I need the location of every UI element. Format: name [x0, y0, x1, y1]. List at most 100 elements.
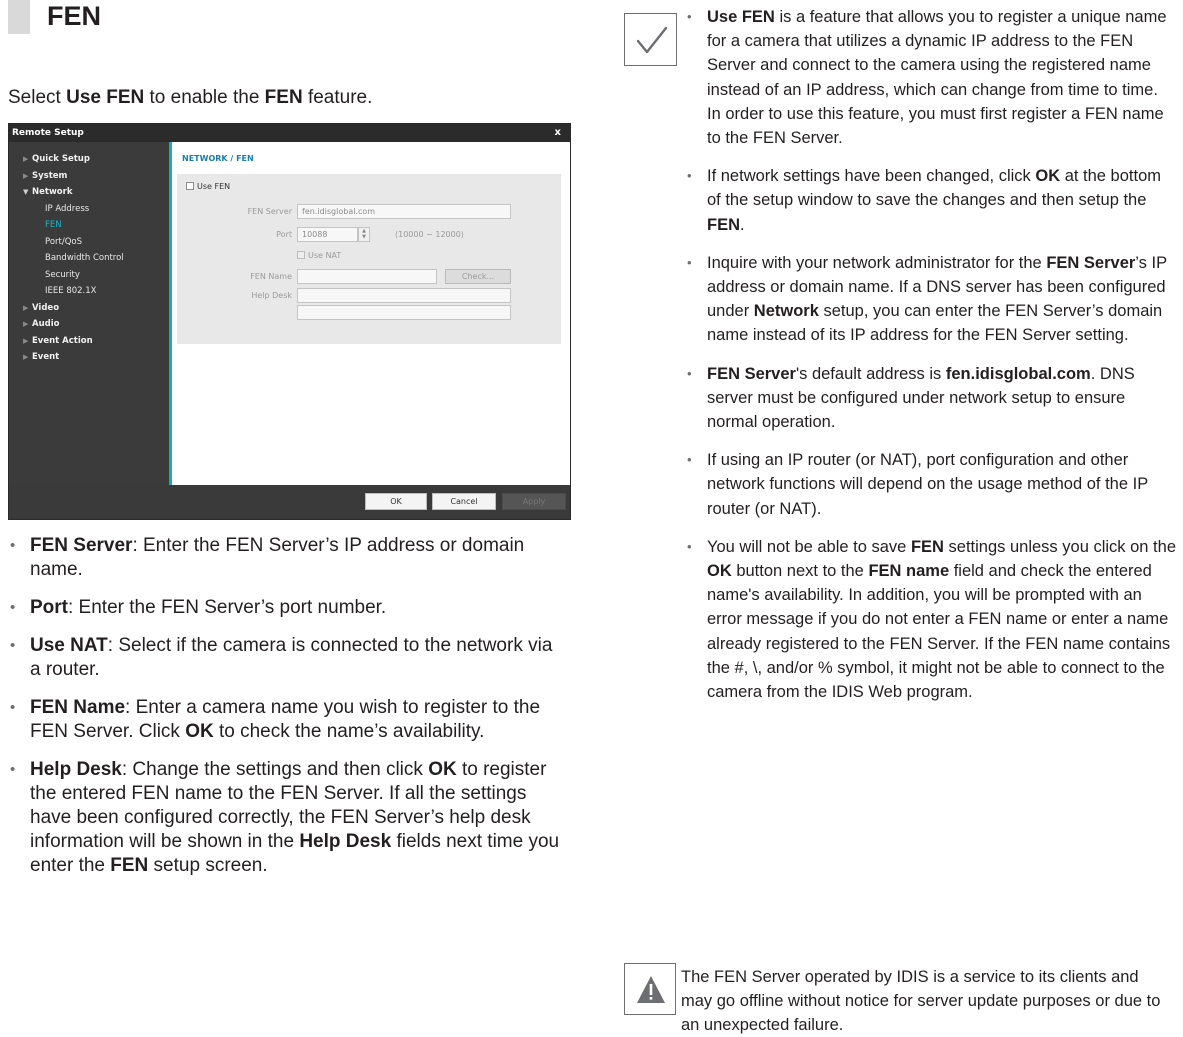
tree-label: Event Action — [32, 335, 93, 346]
triangle-down-icon: ▼ — [23, 188, 29, 196]
tree-label: Security — [45, 269, 80, 280]
triangle-right-icon: ▶ — [23, 320, 29, 328]
desc: If network settings have been changed, c… — [707, 167, 1036, 186]
fen-name-label: FEN Name — [250, 272, 292, 281]
tree-label: Network — [32, 187, 73, 197]
list-item: FEN Server: Enter the FEN Server’s IP ad… — [8, 534, 568, 582]
tree-label: Bandwidth Control — [45, 253, 124, 263]
checkbox-box[interactable] — [297, 251, 305, 259]
fen-settings-panel: Use FEN FEN Server fen.idisglobal.com Po… — [177, 174, 561, 344]
desc: . — [740, 215, 745, 234]
fen-server-input[interactable]: fen.idisglobal.com — [297, 204, 511, 219]
use-fen-label: Use FEN — [197, 182, 231, 191]
stepper-down-icon[interactable]: ▼ — [359, 234, 369, 240]
tree-item-event[interactable]: ▶ Event — [9, 349, 169, 366]
intro-pre: Select — [8, 87, 67, 108]
tree-item-bandwidth-control[interactable]: Bandwidth Control — [9, 250, 169, 267]
term: Use NAT — [30, 635, 108, 656]
tree-item-system[interactable]: ▶ System — [9, 168, 169, 185]
desc: You will not be able to save — [707, 537, 911, 556]
list-item: Use NAT: Select if the camera is connect… — [8, 634, 568, 682]
ok-button[interactable]: OK — [365, 493, 427, 510]
field-descriptions: FEN Server: Enter the FEN Server’s IP ad… — [8, 534, 568, 892]
help-desk-input-1[interactable] — [297, 288, 511, 303]
list-item: Port: Enter the FEN Server’s port number… — [8, 596, 568, 620]
tree-item-audio[interactable]: ▶ Audio — [9, 316, 169, 333]
port-label: Port — [276, 230, 292, 239]
port-stepper[interactable]: ▲ ▼ — [358, 227, 370, 242]
tree-label: Port/QoS — [45, 236, 83, 247]
checkmark-icon — [624, 13, 677, 66]
desc: field and check the entered name's avail… — [707, 562, 1171, 702]
use-nat-label: Use NAT — [308, 251, 342, 260]
term: FEN — [110, 855, 149, 876]
desc: Inquire with your network administrator … — [707, 253, 1047, 272]
term: FEN Server — [1046, 253, 1136, 272]
term: OK — [707, 562, 732, 581]
warning-triangle-icon — [624, 963, 676, 1015]
setup-tree: ▶ Quick Setup ▶ System ▼ Network IP Address… — [9, 142, 169, 485]
notes-list: Use FEN is a feature that allows you to … — [686, 5, 1176, 718]
term: OK — [185, 721, 214, 742]
tree-item-video[interactable]: ▶ Video — [9, 300, 169, 317]
tree-item-quick-setup[interactable]: ▶ Quick Setup — [9, 151, 169, 168]
desc: setup screen. — [148, 855, 268, 876]
use-fen-checkbox[interactable]: Use FEN — [186, 182, 230, 191]
desc: : Enter the FEN Server’s port number. — [68, 597, 387, 618]
term: fen.idisglobal.com — [945, 364, 1091, 383]
port-range: (10000 ~ 12000) — [395, 230, 464, 239]
term: FEN Name — [30, 697, 126, 718]
tree-item-ieee-8021x[interactable]: IEEE 802.1X — [9, 283, 169, 300]
triangle-right-icon: ▶ — [23, 155, 29, 163]
checkbox-box[interactable] — [186, 182, 194, 190]
list-item: FEN Server's default address is fen.idis… — [686, 362, 1176, 435]
desc: to check the name’s availability. — [213, 721, 485, 742]
list-item: If using an IP router (or NAT), port con… — [686, 448, 1176, 521]
tree-item-network[interactable]: ▼ Network — [9, 184, 169, 201]
term: FEN Server — [30, 535, 133, 556]
term: OK — [428, 759, 457, 780]
term: Help Desk — [299, 831, 392, 852]
heading-bar — [8, 0, 30, 34]
help-desk-input-2[interactable] — [297, 305, 511, 320]
close-icon[interactable]: x — [555, 124, 561, 142]
triangle-right-icon: ▶ — [23, 171, 29, 180]
section-heading: FEN — [47, 1, 101, 31]
tree-label: Audio — [32, 319, 60, 329]
term: Network — [753, 302, 819, 321]
tree-item-port-qos[interactable]: Port/QoS — [9, 234, 169, 251]
tree-item-fen[interactable]: FEN — [9, 217, 169, 234]
intro-text: Select Use FEN to enable the FEN feature… — [8, 86, 372, 110]
tree-label: IEEE 802.1X — [45, 286, 97, 296]
list-item: FEN Name: Enter a camera name you wish t… — [8, 696, 568, 744]
term: OK — [1035, 167, 1061, 186]
tree-item-ip-address[interactable]: IP Address — [9, 201, 169, 218]
apply-button[interactable]: Apply — [502, 493, 566, 510]
term: FEN Server — [707, 364, 796, 383]
desc: settings unless you click on the — [943, 537, 1176, 556]
term: FEN — [910, 537, 944, 556]
desc: is a feature that allows you to register… — [707, 8, 1167, 148]
fen-name-input[interactable] — [297, 269, 437, 284]
dialog-title: Remote Setup — [12, 128, 84, 138]
use-nat-checkbox[interactable]: Use NAT — [297, 251, 341, 260]
dialog-titlebar: Remote Setup x — [9, 124, 570, 142]
tree-label: IP Address — [45, 203, 90, 214]
desc: : Change the settings and then click — [121, 759, 429, 780]
port-input[interactable]: 10088 — [297, 227, 358, 242]
cancel-button[interactable]: Cancel — [432, 493, 496, 510]
fen-settings-pane: NETWORK / FEN Use FEN FEN Server fen.idi… — [172, 142, 570, 485]
tree-label: Video — [32, 302, 60, 313]
tree-label: System — [32, 170, 68, 181]
tree-item-event-action[interactable]: ▶ Event Action — [9, 333, 169, 350]
triangle-right-icon: ▶ — [23, 353, 29, 361]
section-title: NETWORK / FEN — [182, 154, 254, 163]
intro-bold-fen: FEN — [264, 87, 303, 108]
term: Port — [30, 597, 68, 618]
list-item: Use FEN is a feature that allows you to … — [686, 5, 1176, 150]
check-button[interactable]: Check... — [445, 269, 511, 284]
tree-item-security[interactable]: Security — [9, 267, 169, 284]
desc: If using an IP router (or NAT), port con… — [707, 451, 1148, 518]
desc: : Select if the camera is connected to t… — [30, 635, 553, 680]
desc: 's default address is — [795, 364, 946, 383]
